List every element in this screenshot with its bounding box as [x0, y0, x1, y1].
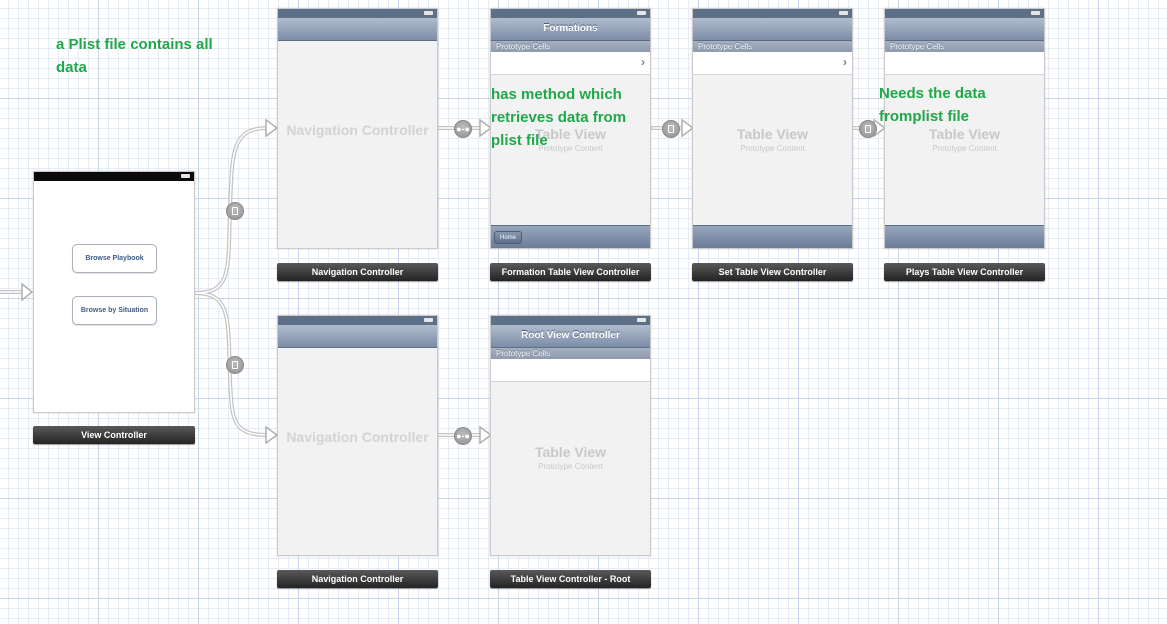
status-bar	[34, 172, 194, 181]
prototype-cell[interactable]: ›	[693, 52, 852, 75]
navigation-bar	[693, 18, 852, 41]
navigation-bar: Root View Controller	[491, 325, 650, 348]
needs-data-annotation: Needs the data fromplist file	[879, 85, 986, 125]
relationship-segue-icon[interactable]: ●-●	[454, 120, 472, 138]
push-segue-icon[interactable]	[859, 120, 877, 138]
navigation-bar	[278, 325, 437, 348]
battery-icon	[1031, 11, 1040, 15]
battery-icon	[637, 11, 646, 15]
method-annotation: has method which retrieves data from pli…	[491, 86, 627, 149]
set-table-view-caption[interactable]: Set Table View Controller	[692, 263, 853, 281]
view-controller-caption[interactable]: View Controller	[33, 426, 195, 444]
prototype-content-placeholder: Prototype Content	[538, 462, 603, 471]
root-table-view-scene[interactable]: Root View Controller Prototype Cells Tab…	[490, 315, 651, 556]
status-bar	[885, 9, 1044, 18]
battery-icon	[424, 318, 433, 322]
nav-title: Root View Controller	[521, 330, 620, 341]
scene-placeholder-label: Navigation Controller	[286, 122, 429, 138]
root-table-view-caption[interactable]: Table View Controller - Root	[490, 570, 651, 588]
chevron-right-icon: ›	[641, 55, 645, 69]
view-controller-scene[interactable]: Browse Playbook Browse by Situation	[33, 171, 195, 413]
table-view-placeholder: Table View	[928, 126, 1001, 142]
prototype-cells-header: Prototype Cells	[491, 41, 650, 52]
plays-table-view-scene[interactable]: Prototype Cells Table View Prototype Con…	[884, 8, 1045, 249]
prototype-content-placeholder: Prototype Content	[740, 144, 805, 153]
home-button[interactable]: Home	[494, 231, 522, 244]
nav-title: Formations	[543, 23, 598, 34]
prototype-cell[interactable]	[491, 359, 650, 382]
prototype-cells-header: Prototype Cells	[693, 41, 852, 52]
navigation-controller-caption-bottom[interactable]: Navigation Controller	[277, 570, 438, 588]
plays-table-view-caption[interactable]: Plays Table View Controller	[884, 263, 1045, 281]
prototype-content-placeholder: Prototype Content	[932, 144, 997, 153]
battery-icon	[839, 11, 848, 15]
table-view-placeholder: Table View	[534, 444, 607, 460]
browse-playbook-button[interactable]: Browse Playbook	[72, 244, 157, 273]
prototype-cells-header: Prototype Cells	[885, 41, 1044, 52]
navigation-bar	[278, 18, 437, 41]
relationship-segue-icon[interactable]: ●-●	[454, 427, 472, 445]
set-table-view-scene[interactable]: Prototype Cells › Table View Prototype C…	[692, 8, 853, 249]
formation-table-view-caption[interactable]: Formation Table View Controller	[490, 263, 651, 281]
prototype-cells-header: Prototype Cells	[491, 348, 650, 359]
toolbar	[693, 225, 852, 248]
plist-annotation: a Plist file contains all data	[56, 36, 213, 76]
battery-icon	[637, 318, 646, 322]
navigation-bar: Formations	[491, 18, 650, 41]
status-bar	[693, 9, 852, 18]
push-segue-icon[interactable]	[662, 120, 680, 138]
table-view-placeholder: Table View	[736, 126, 809, 142]
scene-placeholder-label: Navigation Controller	[286, 429, 429, 445]
battery-icon	[181, 174, 190, 178]
chevron-right-icon: ›	[843, 55, 847, 69]
status-bar	[278, 316, 437, 325]
status-bar	[491, 9, 650, 18]
navigation-controller-scene-top[interactable]: Navigation Controller	[277, 8, 438, 249]
prototype-cell[interactable]: ›	[491, 52, 650, 75]
battery-icon	[424, 11, 433, 15]
status-bar	[278, 9, 437, 18]
prototype-cell[interactable]	[885, 52, 1044, 75]
navigation-controller-caption-top[interactable]: Navigation Controller	[277, 263, 438, 281]
toolbar: Home	[491, 225, 650, 248]
status-bar	[491, 316, 650, 325]
browse-by-situation-button[interactable]: Browse by Situation	[72, 296, 157, 325]
toolbar	[885, 225, 1044, 248]
navigation-controller-scene-bottom[interactable]: Navigation Controller	[277, 315, 438, 556]
modal-segue-icon[interactable]	[226, 202, 244, 220]
navigation-bar	[885, 18, 1044, 41]
modal-segue-icon[interactable]	[226, 356, 244, 374]
